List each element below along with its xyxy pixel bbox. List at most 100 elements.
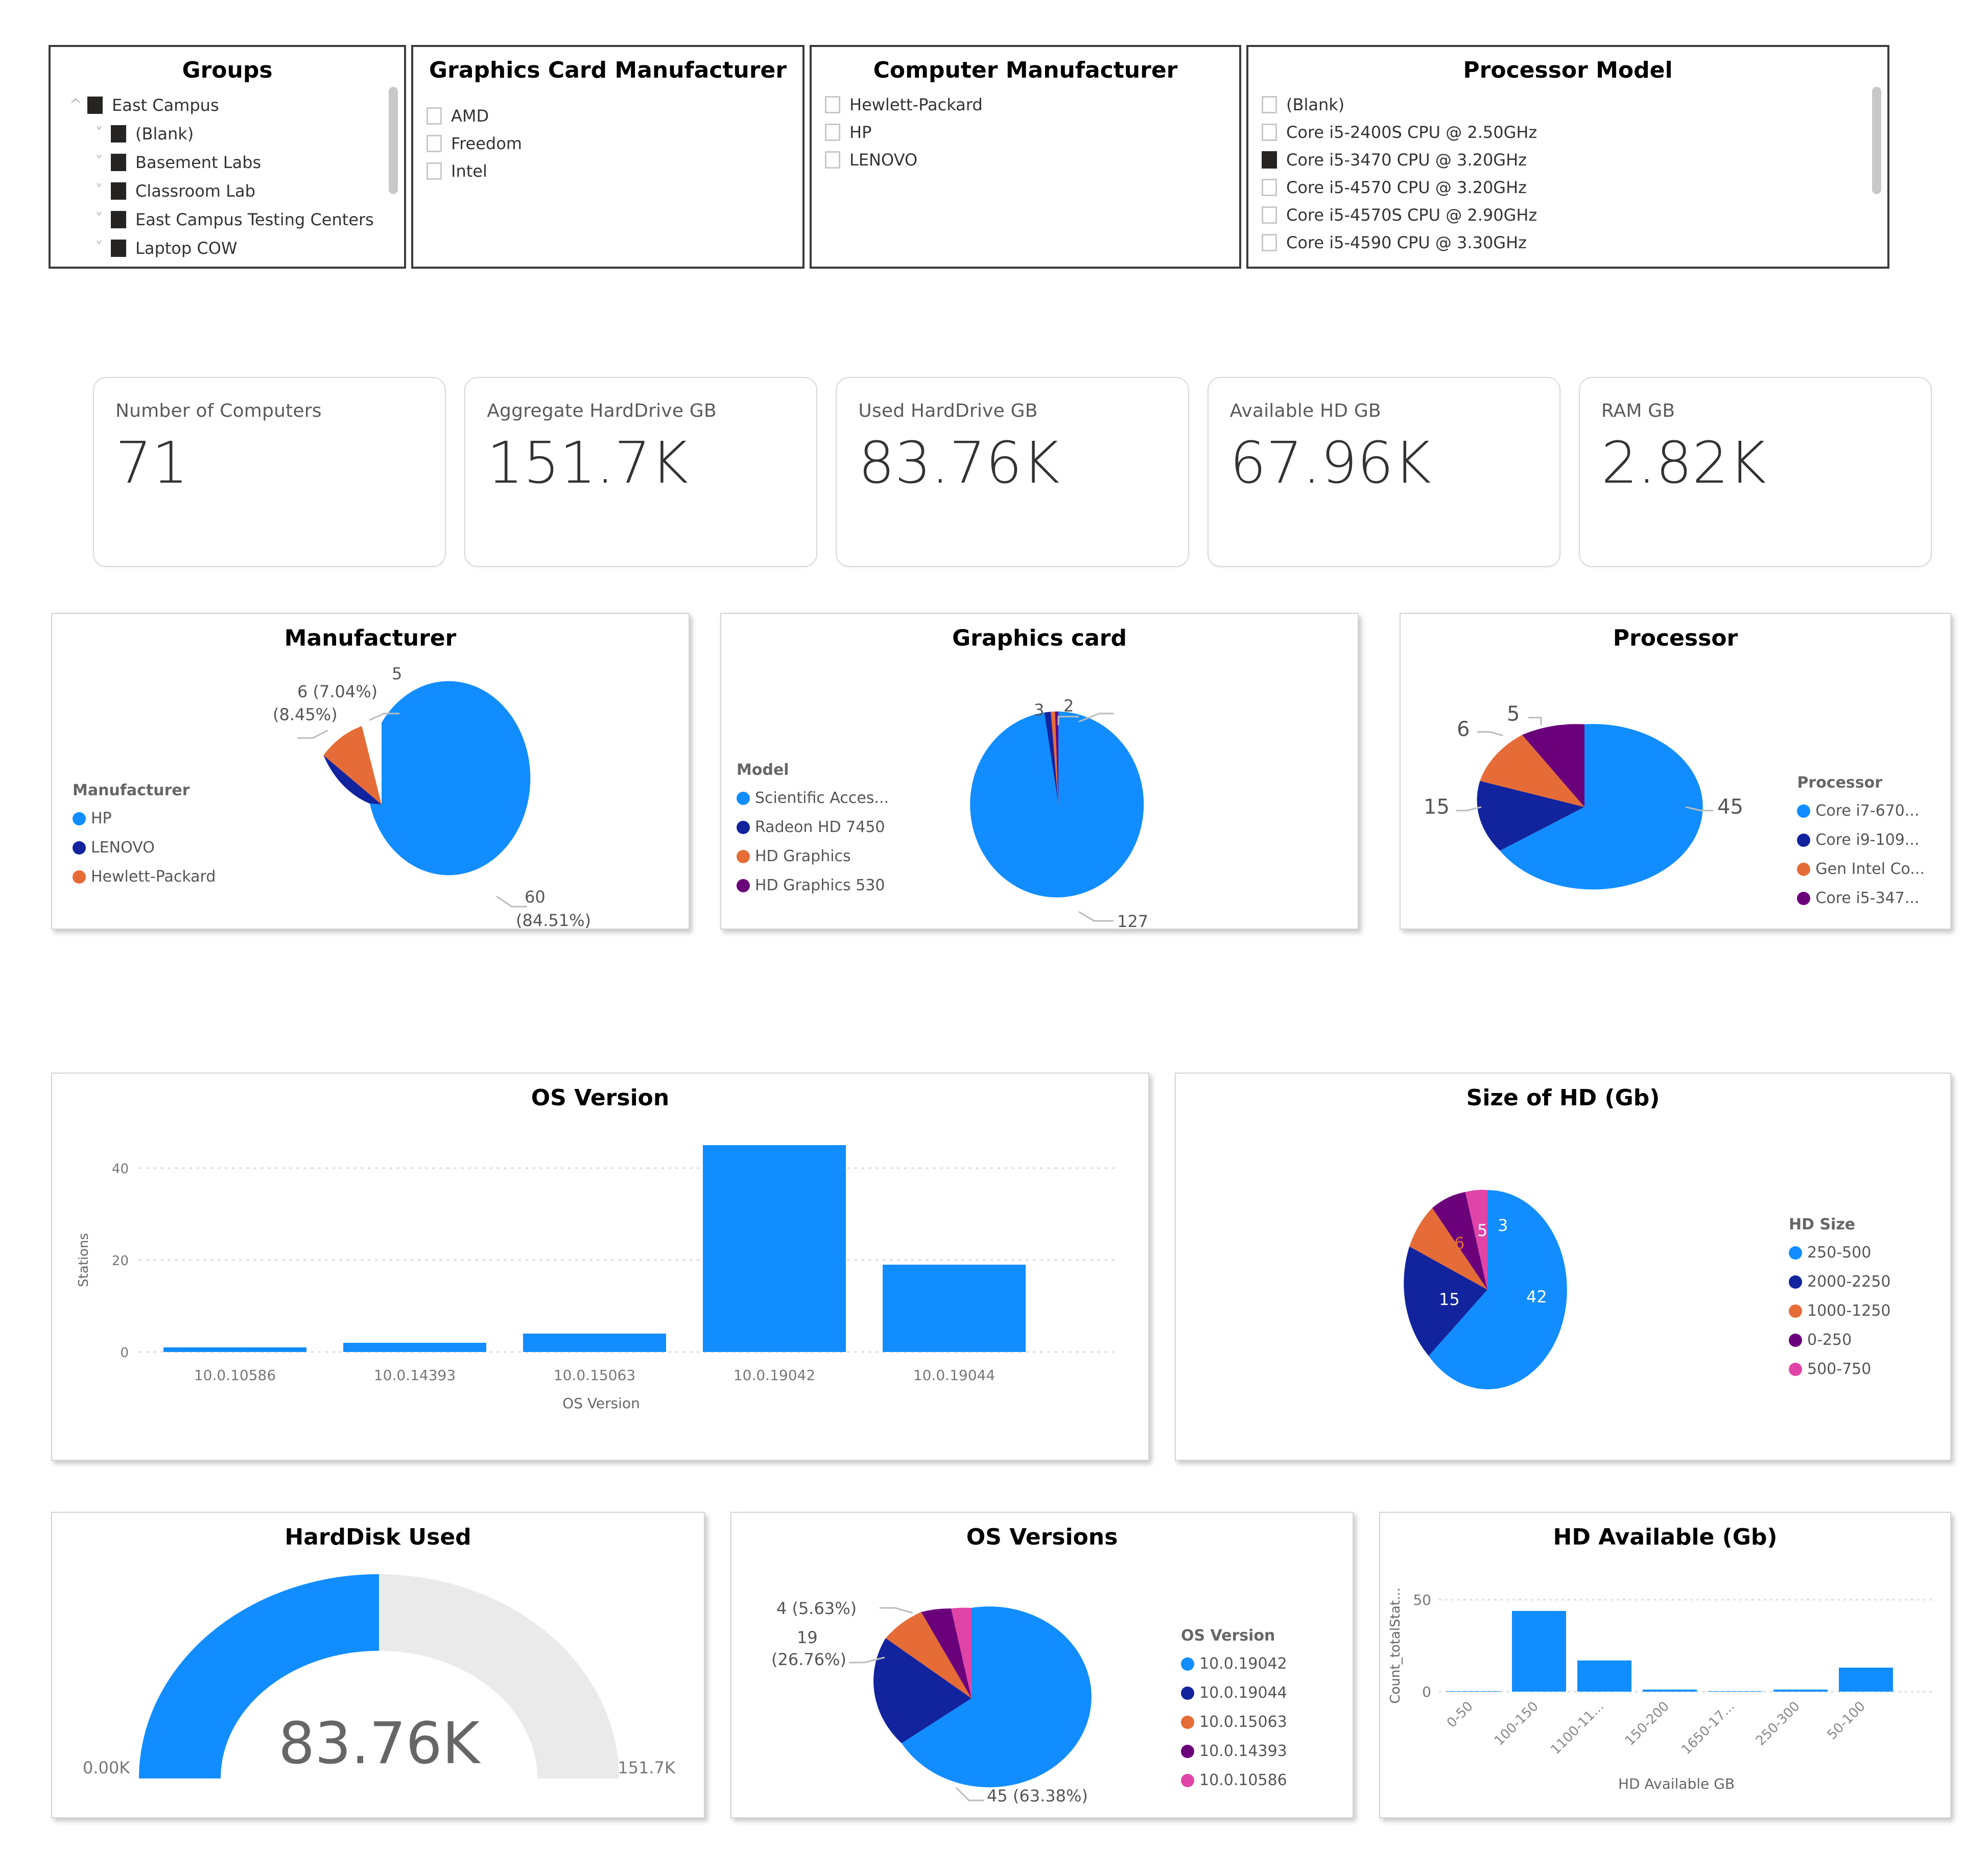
checkbox[interactable] — [427, 134, 442, 152]
slicer-computer-manufacturer[interactable]: Computer Manufacturer Hewlett-Packard HP… — [810, 45, 1241, 269]
chevron-down-icon[interactable]: ˅ — [87, 210, 111, 228]
chevron-down-icon[interactable]: ˅ — [87, 125, 111, 143]
checkbox[interactable] — [1262, 233, 1277, 251]
kpi-card-number-of-computers[interactable]: Number of Computers 71 — [93, 377, 446, 567]
slicer-option-i5-3470[interactable]: Core i5-3470 CPU @ 3.20GHz — [1262, 146, 1874, 174]
bar-1100-11[interactable] — [1577, 1660, 1631, 1692]
visual-manufacturer-pie[interactable]: Manufacturer Manufacturer HP LENOVO Hewl… — [51, 613, 690, 930]
slicer-option-i5-4570[interactable]: Core i5-4570 CPU @ 3.20GHz — [1262, 174, 1874, 201]
x-tick-label: 150-200 — [1622, 1699, 1672, 1749]
checkbox[interactable] — [111, 239, 126, 257]
tree-item-east-campus[interactable]: ^ East Campus — [64, 91, 391, 120]
slicer-option-intel[interactable]: Intel — [427, 157, 789, 185]
kpi-value: 71 — [115, 430, 188, 496]
tree-item-classroom-lab[interactable]: ˅ Classroom Lab — [64, 177, 391, 205]
checkbox[interactable] — [1262, 123, 1277, 141]
slicer-option-hp[interactable]: HP — [825, 118, 1226, 146]
kpi-card-aggregate-harddrive-gb[interactable]: Aggregate HardDrive GB 151.7K — [464, 377, 818, 567]
y-tick-0: 0 — [1422, 1683, 1431, 1700]
checkbox[interactable] — [825, 151, 840, 169]
bar-150-200[interactable] — [1643, 1690, 1697, 1692]
pie-data-label-19044-percent: (26.76%) — [771, 1650, 846, 1669]
bar-10-0-14393[interactable] — [343, 1343, 486, 1352]
checkbox[interactable] — [427, 162, 442, 180]
visual-processor-pie[interactable]: Processor Processor Core i7-670... Core … — [1400, 613, 1951, 930]
checkbox[interactable] — [111, 182, 126, 200]
checkbox[interactable] — [111, 153, 126, 171]
slicer-option-i5-4590[interactable]: Core i5-4590 CPU @ 3.30GHz — [1262, 229, 1874, 256]
bar-10-0-15063[interactable] — [523, 1334, 666, 1352]
slicer-processor-model[interactable]: Processor Model (Blank) Core i5-2400S CP… — [1246, 45, 1889, 269]
checkbox[interactable] — [1262, 206, 1277, 224]
checkbox[interactable] — [87, 96, 103, 114]
kpi-label: RAM GB — [1601, 400, 1675, 421]
checkbox[interactable] — [111, 125, 126, 143]
chevron-up-icon[interactable]: ^ — [64, 96, 87, 114]
checkbox[interactable] — [825, 123, 840, 141]
slicer-option-label: Core i5-3470 CPU @ 3.20GHz — [1286, 150, 1527, 170]
kpi-card-used-harddrive-gb[interactable]: Used HardDrive GB 83.76K — [836, 377, 1189, 567]
checkbox[interactable] — [825, 96, 840, 113]
slicer-groups-list[interactable]: ^ East Campus ˅ (Blank) ˅ Basement Labs … — [51, 84, 404, 263]
slicer-scrollbar[interactable] — [389, 87, 398, 194]
pie-data-label-500-750: 3 — [1498, 1216, 1508, 1235]
tree-item-label: Basement Labs — [135, 152, 262, 172]
slicer-groups[interactable]: Groups ^ East Campus ˅ (Blank) ˅ Basemen… — [49, 45, 406, 269]
pie-slice-hp[interactable] — [369, 681, 531, 875]
checkbox[interactable] — [427, 107, 442, 125]
x-tick-label: 10.0.19042 — [733, 1367, 815, 1384]
tree-item-laptop-cow[interactable]: ˅ Laptop COW — [64, 234, 391, 263]
kpi-card-available-hd-gb[interactable]: Available HD GB 67.96K — [1207, 377, 1560, 567]
slicer-scrollbar[interactable] — [1872, 87, 1881, 194]
pie-data-label-hewlett-packard: 5 — [392, 664, 403, 683]
pie-svg — [1456, 717, 1713, 890]
pie-data-label-radeon: 3 — [1034, 700, 1045, 720]
slicer-pm-list[interactable]: (Blank) Core i5-2400S CPU @ 2.50GHz Core… — [1248, 84, 1887, 256]
slicer-option-i5-2400s[interactable]: Core i5-2400S CPU @ 2.50GHz — [1262, 118, 1874, 146]
tree-item-basement-labs[interactable]: ˅ Basement Labs — [64, 148, 391, 177]
kpi-card-ram-gb[interactable]: RAM GB 2.82K — [1578, 377, 1932, 567]
checkbox[interactable] — [1262, 96, 1277, 113]
slicer-cm-list[interactable]: Hewlett-Packard HP LENOVO — [812, 84, 1239, 174]
slicer-gcm-list[interactable]: AMD Freedom Intel — [413, 84, 802, 185]
slicer-option-freedom[interactable]: Freedom — [427, 130, 789, 157]
slicer-graphics-card-manufacturer[interactable]: Graphics Card Manufacturer AMD Freedom I… — [411, 45, 804, 269]
chevron-down-icon[interactable]: ˅ — [87, 239, 111, 257]
slicer-option-lenovo[interactable]: LENOVO — [825, 146, 1226, 174]
slicer-option-amd[interactable]: AMD — [427, 102, 789, 130]
slicer-option-blank[interactable]: (Blank) — [1262, 91, 1874, 118]
bar-10-0-19042[interactable] — [703, 1145, 846, 1352]
visual-os-versions-pie[interactable]: OS Versions OS Version 10.0.19042 10.0.1… — [730, 1512, 1354, 1818]
slicer-option-i5-4570s[interactable]: Core i5-4570S CPU @ 2.90GHz — [1262, 201, 1874, 229]
visual-hd-available-bar[interactable]: HD Available (Gb) 0 50 Count_totalStat..… — [1379, 1512, 1951, 1818]
bar-10-0-19044[interactable] — [883, 1265, 1026, 1352]
bar-0-50[interactable] — [1447, 1691, 1501, 1692]
chevron-down-icon[interactable]: ˅ — [87, 182, 111, 200]
visual-harddisk-used-gauge[interactable]: HardDisk Used 83.76K 0.00K 151.7K — [51, 1512, 705, 1818]
bar-50-100[interactable] — [1839, 1668, 1893, 1692]
checkbox[interactable] — [1262, 178, 1277, 196]
slicer-option-hewlett-packard[interactable]: Hewlett-Packard — [825, 91, 1226, 118]
pie-data-label-i5-3470: 5 — [1507, 702, 1520, 726]
visual-os-version-bar[interactable]: OS Version 0 20 40 Stations 10.0.10586 1… — [51, 1073, 1149, 1461]
slicer-option-label: Core i5-4590 CPU @ 3.30GHz — [1286, 232, 1527, 252]
pie-data-label-15063: 4 (5.63%) — [776, 1599, 857, 1618]
x-axis-title: OS Version — [562, 1395, 640, 1412]
bar-10-0-10586[interactable] — [163, 1347, 306, 1352]
bar-250-300[interactable] — [1773, 1690, 1828, 1692]
chart-title: Graphics card — [952, 625, 1127, 651]
chart-title: Manufacturer — [284, 625, 457, 651]
checkbox[interactable] — [111, 210, 126, 228]
x-tick-label: 10.0.10586 — [194, 1367, 276, 1384]
y-tick-0: 0 — [120, 1345, 129, 1361]
visual-size-of-hd-pie[interactable]: Size of HD (Gb) HD Size 250-500 2000-225… — [1175, 1073, 1951, 1461]
tree-item-east-campus-testing-centers[interactable]: ˅ East Campus Testing Centers — [64, 205, 391, 234]
y-tick-40: 40 — [112, 1161, 129, 1177]
slicer-option-label: (Blank) — [1286, 94, 1345, 114]
bar-1650-17[interactable] — [1708, 1691, 1762, 1692]
checkbox[interactable] — [1262, 151, 1277, 169]
tree-item-blank[interactable]: ˅ (Blank) — [64, 120, 391, 148]
chevron-down-icon[interactable]: ˅ — [87, 153, 111, 171]
bar-100-150[interactable] — [1512, 1611, 1566, 1692]
visual-graphics-card-pie[interactable]: Graphics card Model Scientific Acces... … — [720, 613, 1359, 931]
